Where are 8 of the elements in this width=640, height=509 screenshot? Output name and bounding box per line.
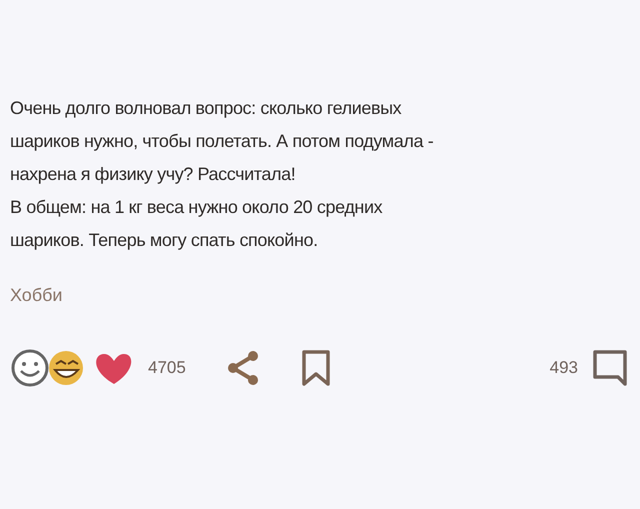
category-link[interactable]: Хобби [10,285,62,306]
share-icon[interactable] [226,350,260,386]
reaction-icons[interactable] [10,348,132,388]
comment-count: 493 [550,358,578,378]
post-text: Очень долго волновал вопрос: сколько гелиевых шариков нужно, чтобы полетать. А потом подумала - нахрена я физику учу? Рассчитала! В общем: на 1 кг веса нужно около 20 средних шариков. Теперь могу спать спокойно. [10,97,434,252]
reaction-count: 4705 [148,358,186,378]
comment-icon[interactable] [592,349,628,387]
bookmark-icon[interactable] [300,349,332,387]
